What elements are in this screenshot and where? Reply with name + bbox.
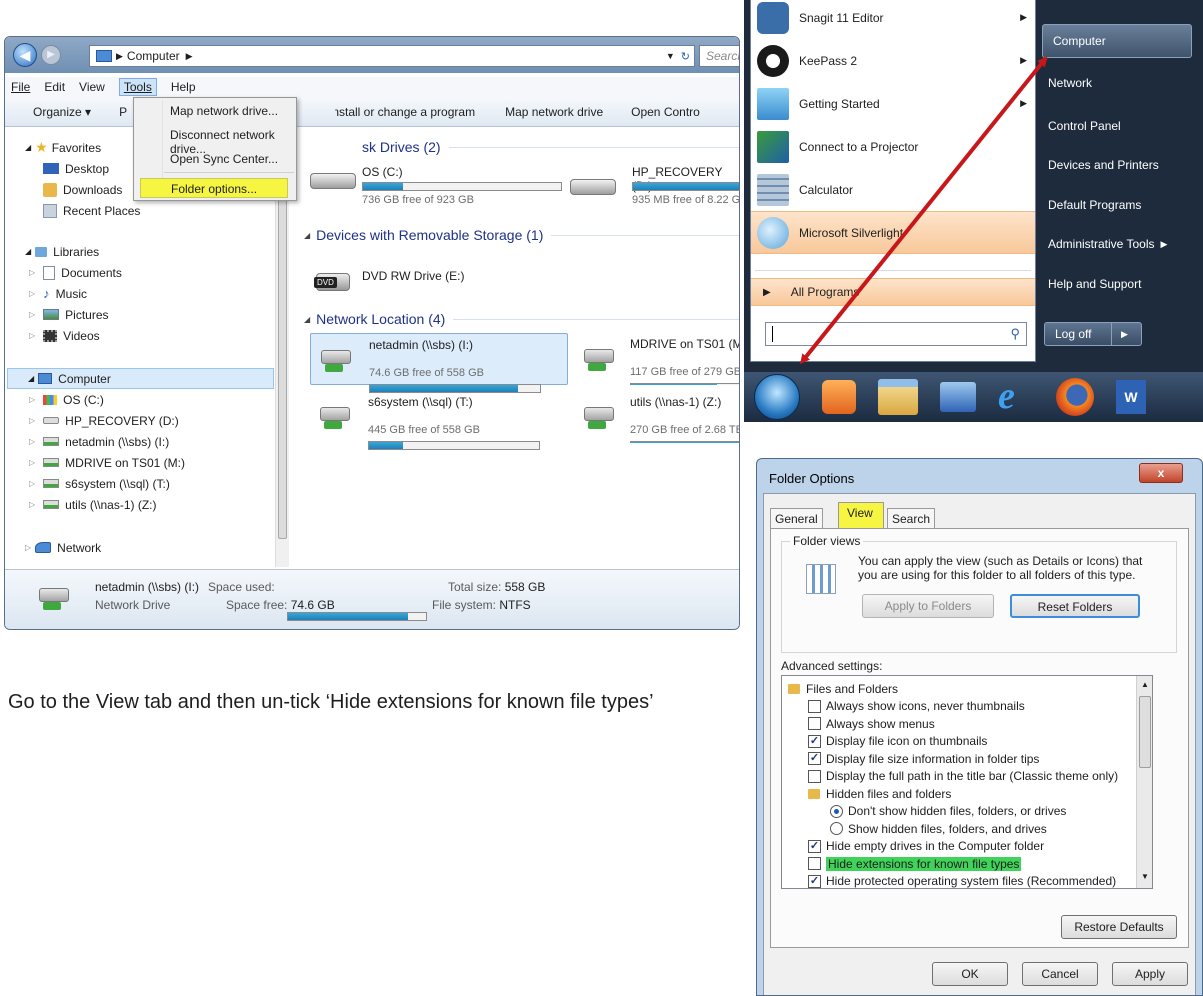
settings-group[interactable]: Files and Folders — [786, 680, 1136, 698]
radio-button[interactable] — [830, 822, 843, 836]
tab-view[interactable]: View — [838, 502, 884, 529]
settings-label: Don't show hidden files, folders, or dri… — [848, 804, 1067, 819]
settings-label: Hide empty drives in the Computer folder — [826, 839, 1045, 854]
tab-general[interactable]: General — [770, 508, 823, 528]
folder-icon — [808, 788, 820, 799]
reset-folders-button[interactable]: Reset Folders — [1010, 594, 1140, 618]
folder-views-label: Folder views — [790, 534, 864, 548]
checkbox[interactable] — [808, 717, 821, 731]
settings-label: Always show icons, never thumbnails — [826, 699, 1025, 714]
instruction-text: Go to the View tab and then un-tick ‘Hid… — [8, 691, 654, 713]
settings-label: Always show menus — [826, 716, 935, 731]
settings-label: Hide protected operating system files (R… — [826, 874, 1117, 889]
checkbox[interactable] — [808, 699, 821, 713]
radio-button[interactable] — [830, 804, 843, 818]
folder-views-icon — [806, 564, 836, 594]
tab-panel-view: Folder views You can apply the view (suc… — [770, 528, 1189, 948]
settings-checkbox[interactable]: ✓ Display file icon on thumbnails — [786, 733, 1136, 751]
checkbox[interactable] — [808, 857, 821, 871]
apply-button[interactable]: Apply — [1112, 962, 1188, 986]
settings-radio[interactable]: Don't show hidden files, folders, or dri… — [786, 803, 1136, 821]
settings-checkbox-hide-extensions[interactable]: Hide extensions for known file types — [786, 855, 1136, 873]
settings-checkbox[interactable]: ✓ Hide empty drives in the Computer folde… — [786, 838, 1136, 856]
scroll-down-icon[interactable]: ▼ — [1141, 872, 1149, 881]
checkbox[interactable]: ✓ — [808, 839, 821, 853]
apply-to-folders-button[interactable]: Apply to Folders — [862, 594, 994, 618]
dialog-close-button[interactable]: x — [1139, 463, 1183, 483]
settings-scrollbar[interactable]: ▲ ▼ — [1136, 676, 1152, 888]
settings-label: Show hidden files, folders, and drives — [848, 821, 1047, 836]
settings-label: Display file size information in folder … — [826, 751, 1040, 766]
dialog-title: Folder Options — [769, 471, 855, 486]
advanced-settings-list[interactable]: Files and Folders Always show icons, neve… — [781, 675, 1153, 889]
folder-options-dialog: Folder Options x General View Search Fol… — [756, 458, 1203, 996]
annotation-arrow-line — [799, 56, 1048, 365]
checkbox[interactable]: ✓ — [808, 874, 821, 888]
checkbox[interactable]: ✓ — [808, 752, 821, 766]
checkbox[interactable] — [808, 769, 821, 783]
cancel-button[interactable]: Cancel — [1022, 962, 1098, 986]
settings-checkbox[interactable]: Always show menus — [786, 715, 1136, 733]
settings-checkbox[interactable]: ✓ Hide protected operating system files (… — [786, 873, 1136, 889]
close-icon: x — [1157, 466, 1165, 480]
dialog-body: General View Search Folder views You can… — [763, 493, 1196, 995]
settings-label: Files and Folders — [806, 681, 899, 696]
settings-group[interactable]: Hidden files and folders — [786, 785, 1136, 803]
folder-icon — [788, 683, 800, 694]
settings-label: Display the full path in the title bar (… — [826, 769, 1119, 784]
settings-scrollbar-thumb[interactable] — [1139, 696, 1151, 768]
settings-label: Hidden files and folders — [826, 786, 952, 801]
tab-search[interactable]: Search — [887, 508, 936, 528]
scroll-up-icon[interactable]: ▲ — [1141, 680, 1149, 689]
settings-checkbox[interactable]: Always show icons, never thumbnails — [786, 698, 1136, 716]
settings-label: Display file icon on thumbnails — [826, 734, 988, 749]
advanced-settings-label: Advanced settings: — [781, 659, 883, 673]
folder-views-text: You can apply the view (such as Details … — [858, 554, 1143, 582]
folder-views-group: Folder views You can apply the view (suc… — [781, 534, 1177, 653]
settings-label: Hide extensions for known file types — [826, 856, 1022, 871]
checkbox[interactable]: ✓ — [808, 734, 821, 748]
ok-button[interactable]: OK — [932, 962, 1008, 986]
settings-checkbox[interactable]: ✓ Display file size information in folder… — [786, 750, 1136, 768]
restore-defaults-button[interactable]: Restore Defaults — [1061, 915, 1177, 939]
settings-radio[interactable]: Show hidden files, folders, and drives — [786, 820, 1136, 838]
settings-checkbox[interactable]: Display the full path in the title bar (… — [786, 768, 1136, 786]
